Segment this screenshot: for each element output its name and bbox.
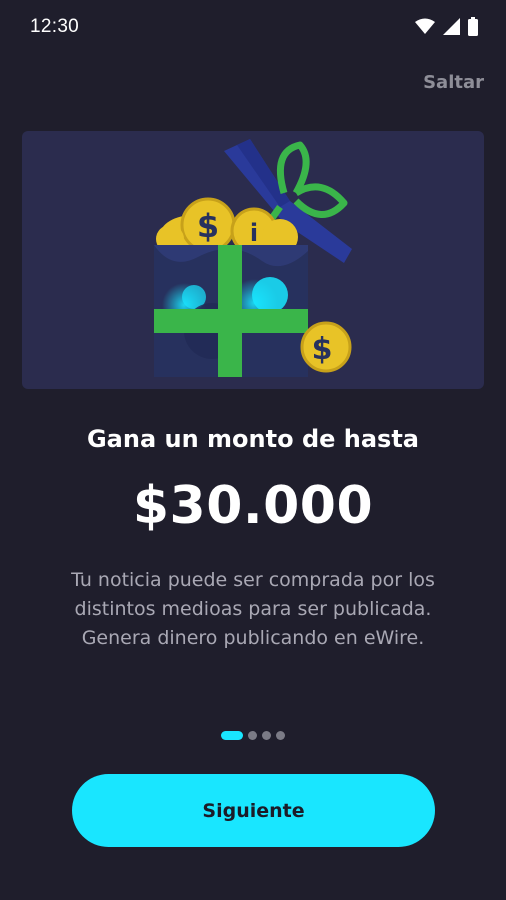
status-icons	[415, 17, 478, 36]
skip-button[interactable]: Saltar	[423, 72, 484, 93]
hero-illustration: $ i $	[22, 131, 484, 389]
svg-text:i: i	[250, 219, 258, 247]
description-text: Tu noticia puede ser comprada por los di…	[71, 569, 435, 649]
svg-text:$: $	[197, 207, 219, 245]
page-dot	[248, 731, 257, 740]
status-time: 12:30	[30, 16, 80, 37]
svg-text:$: $	[312, 332, 333, 367]
page-dot	[262, 731, 271, 740]
page-title: Gana un monto de hasta	[86, 425, 419, 453]
battery-icon	[468, 17, 478, 36]
status-bar: 12:30	[0, 0, 506, 56]
next-button[interactable]: Siguiente	[72, 774, 435, 847]
coin-side: $	[300, 321, 352, 373]
page-dot-active	[221, 731, 243, 740]
gift-box-illustration: $ i $	[154, 139, 352, 377]
page-dot	[276, 731, 285, 740]
reward-amount: $30.000	[132, 476, 374, 536]
wifi-icon	[415, 18, 435, 34]
page-indicator	[0, 731, 506, 740]
signal-icon	[443, 18, 460, 35]
